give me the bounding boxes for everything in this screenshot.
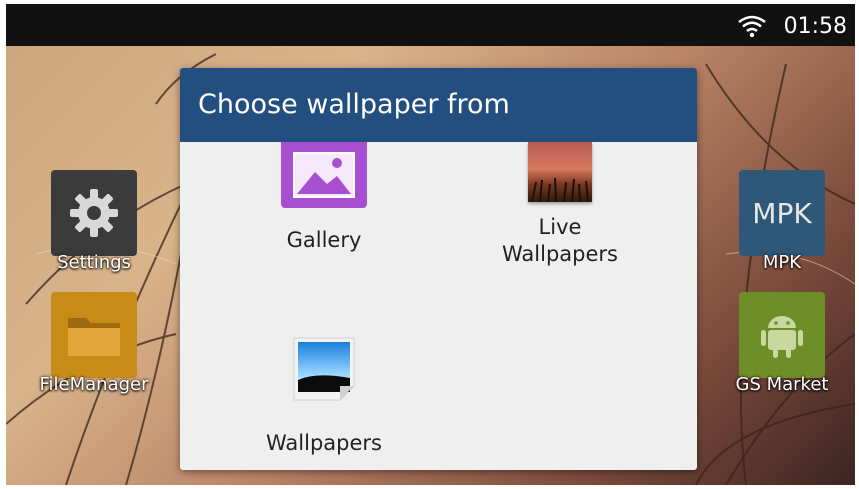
option-label-wallpapers-line2: Wallpapers <box>502 242 618 266</box>
app-label-gs-market: GS Market <box>735 374 829 395</box>
live-wallpapers-icon <box>528 142 592 203</box>
app-file-manager[interactable]: FileManager <box>34 292 154 395</box>
folder-icon <box>51 292 137 378</box>
app-settings[interactable]: Settings <box>49 170 139 273</box>
app-label-settings: Settings <box>57 252 131 273</box>
option-live-wallpapers[interactable]: Live Wallpapers <box>480 142 640 268</box>
wallpapers-icon <box>292 336 356 402</box>
option-label-live: Live <box>538 215 582 239</box>
status-bar: 01:58 <box>6 4 855 46</box>
option-label-gallery: Gallery <box>286 228 362 252</box>
app-mpk[interactable]: MPK MPK <box>737 170 827 273</box>
app-label-file-manager: FileManager <box>39 374 149 395</box>
android-icon <box>739 292 825 378</box>
mpk-tile-text: MPK <box>752 196 812 230</box>
dialog-title: Choose wallpaper from <box>180 68 697 142</box>
app-gs-market[interactable]: GS Market <box>722 292 842 395</box>
mpk-tile: MPK <box>739 170 825 256</box>
status-time: 01:58 <box>783 14 847 39</box>
wifi-icon <box>738 15 766 38</box>
gallery-icon <box>281 142 367 208</box>
option-label-wallpapers: Wallpapers <box>266 431 382 455</box>
option-wallpapers[interactable]: Wallpapers <box>252 336 396 457</box>
choose-wallpaper-dialog: Choose wallpaper from Gallery Live Wallp… <box>180 68 697 470</box>
option-gallery[interactable]: Gallery <box>264 142 384 254</box>
screen: 01:58 Settings FileManager MPK MPK GS Ma… <box>0 0 859 489</box>
app-label-mpk: MPK <box>762 252 802 273</box>
gear-icon <box>51 170 137 256</box>
